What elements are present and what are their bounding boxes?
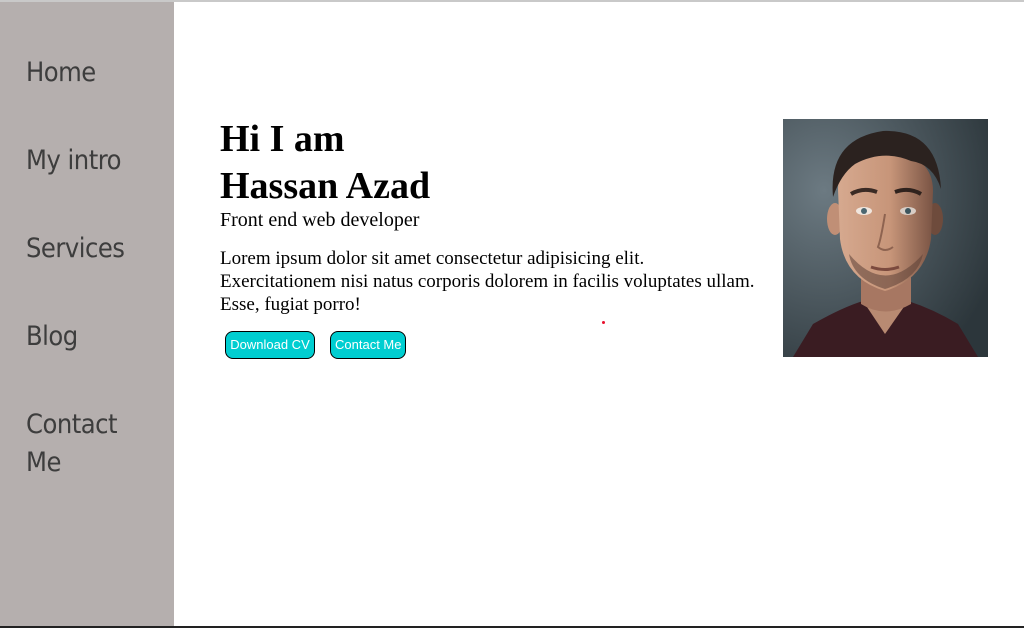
- intro-line: Lorem ipsum dolor sit amet consectetur a…: [220, 248, 645, 269]
- name-heading: Hassan Azad: [220, 165, 431, 207]
- role-subtitle: Front end web developer: [220, 209, 420, 231]
- sidebar-item-contact-me[interactable]: Contact Me: [26, 406, 126, 482]
- sidebar-item-home[interactable]: Home: [26, 54, 156, 92]
- person-portrait-icon: [783, 119, 988, 357]
- sidebar: Home My intro Services Blog Contact Me: [0, 2, 174, 628]
- intro-line: Esse, fugiat porro!: [220, 294, 361, 315]
- sidebar-item-services[interactable]: Services: [26, 230, 156, 268]
- profile-photo: [783, 119, 988, 357]
- cursor-dot: [602, 321, 605, 324]
- greeting-heading: Hi I am: [220, 118, 345, 160]
- download-cv-button[interactable]: Download CV: [225, 331, 315, 359]
- intro-paragraph: Lorem ipsum dolor sit amet consectetur a…: [220, 247, 790, 316]
- intro-line: Exercitationem nisi natus corporis dolor…: [220, 271, 755, 292]
- contact-me-button[interactable]: Contact Me: [330, 331, 406, 359]
- sidebar-item-my-intro[interactable]: My intro: [26, 142, 156, 180]
- page: Home My intro Services Blog Contact Me H…: [0, 0, 1024, 628]
- sidebar-item-blog[interactable]: Blog: [26, 318, 156, 356]
- main-content: Hi I am Hassan Azad Front end web develo…: [174, 2, 1024, 628]
